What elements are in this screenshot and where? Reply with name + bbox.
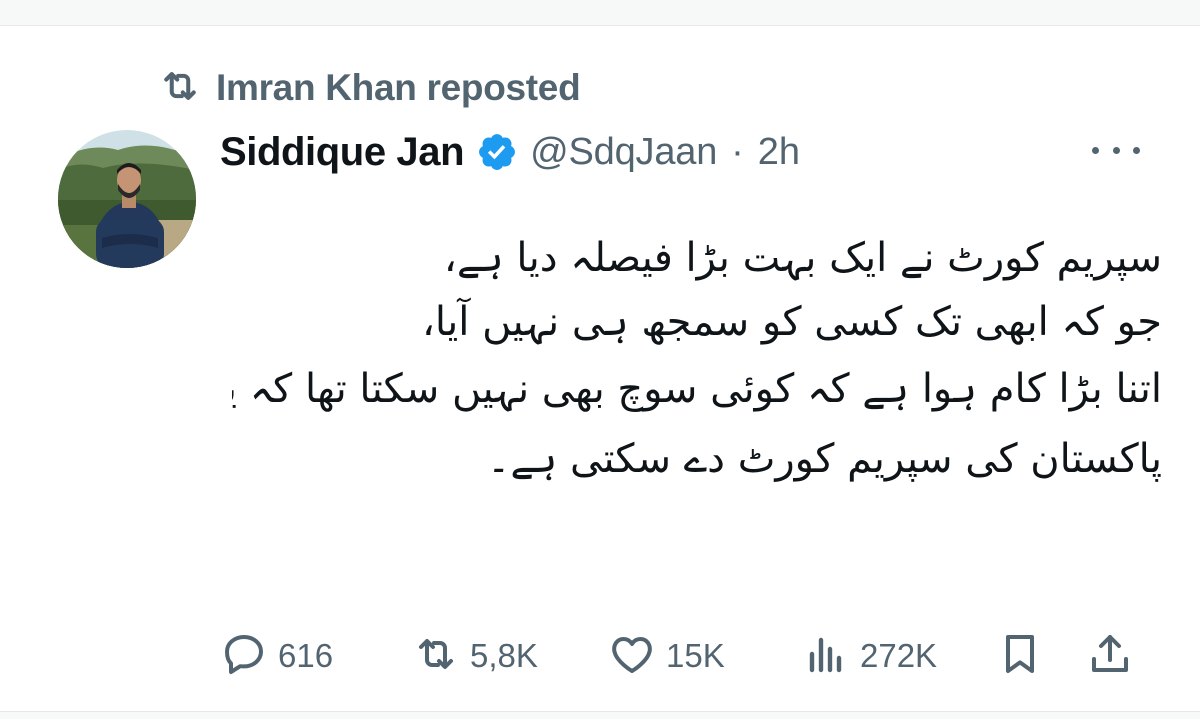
repost-indicator[interactable]: Imran Khan reposted	[158, 64, 581, 113]
author-handle[interactable]: @SdqJaan	[530, 131, 717, 174]
action-bar: 616 5,8K 15K 272K	[216, 628, 1146, 684]
analytics-icon	[802, 630, 850, 683]
repost-icon	[412, 630, 460, 683]
heart-icon	[608, 630, 656, 683]
share-button[interactable]	[1086, 628, 1134, 684]
more-options-icon[interactable]	[1092, 138, 1140, 162]
repost-button[interactable]: 5,8K	[412, 628, 538, 684]
reply-count: 616	[278, 637, 334, 674]
tweet-line: پاکستان کی سپریم کورٹ دے سکتی ہے۔	[486, 436, 1162, 482]
more-dot	[1133, 146, 1140, 154]
author-name[interactable]: Siddique Jan	[220, 130, 465, 175]
repost-count: 5,8K	[470, 637, 538, 674]
like-count: 15K	[666, 637, 725, 674]
separator-dot: ·	[731, 130, 744, 173]
bottom-frame	[0, 711, 1200, 719]
timestamp[interactable]: 2h	[758, 131, 800, 174]
avatar-photo	[58, 130, 196, 268]
tweet-line: جو کہ ابھی تک کسی کو سمجھ ہی نہیں آیا،	[422, 299, 1162, 345]
like-button[interactable]: 15K	[608, 628, 725, 684]
views-button[interactable]: 272K	[802, 628, 937, 684]
tweet-text: سپریم کورٹ نے ایک بہت بڑا فیصلہ دیا ہے، …	[232, 226, 1162, 494]
reply-icon	[220, 630, 268, 683]
repost-icon	[158, 64, 202, 113]
more-dot	[1092, 146, 1099, 154]
tweet-header: Siddique Jan @SdqJaan · 2h	[220, 126, 800, 178]
avatar[interactable]	[58, 130, 196, 268]
more-dot	[1112, 146, 1120, 154]
bookmark-icon	[996, 630, 1044, 683]
tweet-line: سپریم کورٹ نے ایک بہت بڑا فیصلہ دیا ہے،	[443, 235, 1162, 281]
reply-button[interactable]: 616	[220, 628, 333, 684]
bookmark-button[interactable]	[996, 628, 1044, 684]
share-icon	[1086, 630, 1134, 683]
view-count: 272K	[860, 637, 938, 674]
repost-label: Imran Khan reposted	[216, 67, 581, 108]
tweet-line: اتنا بڑا کام ہوا ہے کہ کوئی سوچ بھی نہیں…	[232, 366, 1162, 412]
top-frame	[0, 0, 1200, 26]
verified-badge-icon[interactable]	[476, 131, 518, 173]
